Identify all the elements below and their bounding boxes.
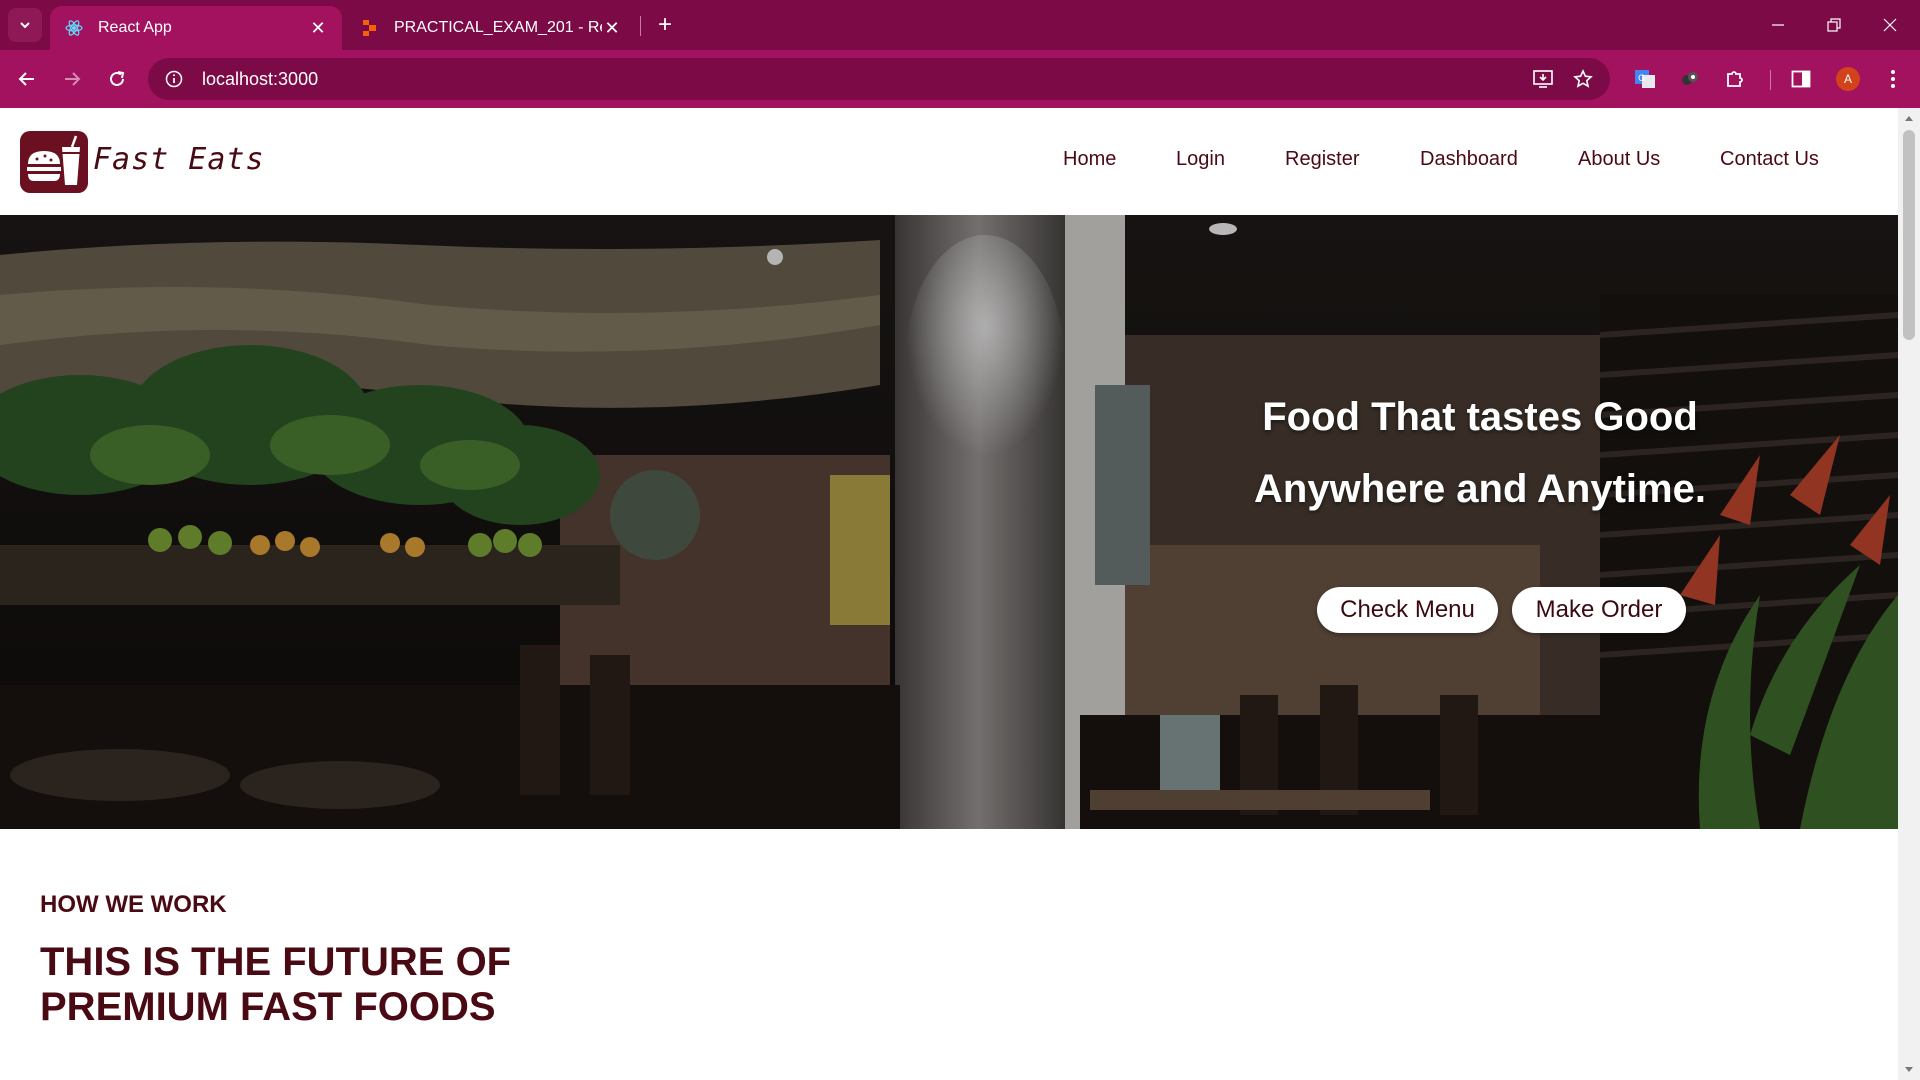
new-tab-button[interactable]: + (650, 10, 680, 40)
tab-title: React App (98, 19, 172, 36)
address-bar[interactable]: localhost:3000 (148, 58, 1610, 100)
arrow-left-icon (18, 72, 34, 86)
arrow-right-icon (65, 72, 81, 86)
extension-icon[interactable] (1673, 62, 1707, 96)
section-eyebrow: HOW WE WORK (40, 891, 227, 918)
hero-headline-line1: Food That tastes Good (1262, 395, 1698, 439)
tab-replit[interactable]: PRACTICAL_EXAM_201 - Replit ✕ (346, 6, 636, 50)
restaurant-interior-image (0, 215, 1898, 829)
more-menu-icon[interactable] (1876, 62, 1910, 96)
tab-separator (640, 16, 641, 36)
page-viewport: Fast Eats Home Login Register Dashboard … (0, 108, 1898, 1080)
reload-icon (110, 71, 125, 86)
reload-button[interactable] (100, 62, 134, 96)
section-headline: THIS IS THE FUTURE OF PREMIUM FAST FOODS (40, 940, 512, 1029)
back-button[interactable] (10, 62, 44, 96)
hero-section: Food That tastes Good Anywhere and Anyti… (0, 215, 1898, 829)
make-order-button[interactable]: Make Order (1512, 587, 1686, 633)
hero-headline-line2: Anywhere and Anytime. (1254, 467, 1706, 511)
close-icon (1883, 18, 1897, 32)
site-info-icon[interactable] (162, 67, 186, 91)
react-icon (64, 18, 84, 38)
translate-extension-icon[interactable]: G (1628, 62, 1662, 96)
nav-dashboard[interactable]: Dashboard (1420, 148, 1518, 171)
plus-icon: + (657, 11, 672, 38)
side-panel-icon[interactable] (1784, 62, 1818, 96)
tab-search-button[interactable] (8, 8, 42, 42)
restore-button[interactable] (1806, 0, 1862, 50)
brand-name[interactable]: Fast Eats (93, 142, 265, 177)
nav-about-us[interactable]: About Us (1578, 148, 1660, 171)
nav-login[interactable]: Login (1176, 148, 1225, 171)
toolbar-separator (1770, 70, 1771, 90)
minimize-button[interactable] (1750, 0, 1806, 50)
restore-icon (1827, 18, 1841, 32)
url-text: localhost:3000 (202, 68, 319, 89)
scrollbar-thumb[interactable] (1903, 130, 1915, 340)
check-menu-button[interactable]: Check Menu (1317, 587, 1498, 633)
forward-button[interactable] (55, 62, 89, 96)
tab-title: PRACTICAL_EXAM_201 - Replit (394, 19, 602, 36)
scroll-up-arrow-icon[interactable] (1903, 112, 1915, 124)
close-icon[interactable]: ✕ (602, 18, 622, 38)
replit-icon (360, 18, 380, 38)
browser-tab-bar: React App ✕ PRACTICAL_EXAM_201 - Replit … (0, 0, 1920, 50)
svg-text:G: G (1638, 74, 1645, 84)
tab-react-app[interactable]: React App ✕ (50, 6, 342, 50)
nav-register[interactable]: Register (1285, 148, 1359, 171)
page-scrollbar[interactable] (1898, 108, 1920, 1080)
browser-toolbar: localhost:3000 G A (0, 50, 1920, 108)
fast-eats-logo[interactable] (20, 131, 88, 193)
puzzle-extensions-icon[interactable] (1718, 62, 1752, 96)
site-navbar: Fast Eats Home Login Register Dashboard … (0, 108, 1898, 215)
install-app-icon[interactable] (1526, 62, 1560, 96)
nav-home[interactable]: Home (1063, 148, 1116, 171)
close-window-button[interactable] (1862, 0, 1918, 50)
profile-avatar[interactable]: A (1836, 67, 1860, 91)
nav-contact-us[interactable]: Contact Us (1720, 148, 1819, 171)
close-icon[interactable]: ✕ (308, 18, 328, 38)
burger-drink-icon (27, 135, 80, 185)
scroll-down-arrow-icon[interactable] (1903, 1064, 1915, 1076)
bookmark-star-icon[interactable] (1566, 62, 1600, 96)
chevron-down-icon (20, 22, 30, 29)
minimize-icon (1772, 24, 1784, 26)
